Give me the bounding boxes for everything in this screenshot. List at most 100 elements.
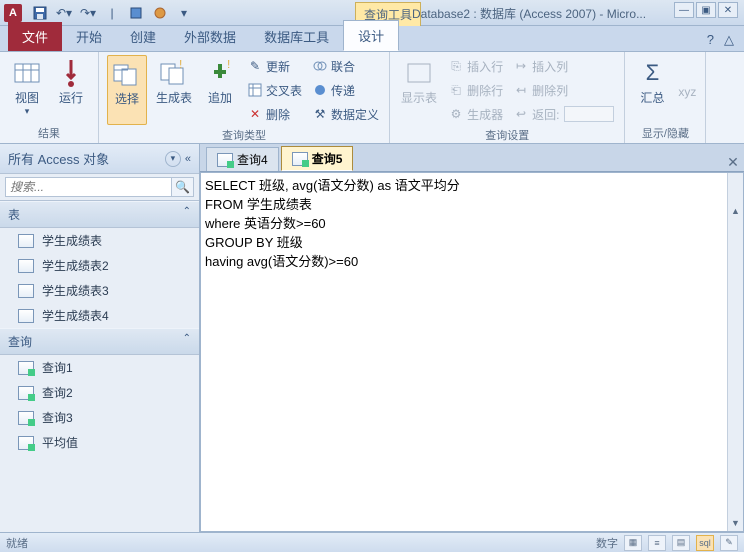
chevron-up-icon[interactable]: ⌃ — [183, 206, 191, 223]
nav-table-item[interactable]: 学生成绩表 — [0, 228, 199, 253]
nav-query-item[interactable]: 平均值 — [0, 430, 199, 455]
append-button[interactable]: ! 追加 — [201, 55, 239, 125]
help-icon[interactable]: ? — [707, 32, 714, 47]
nav-item-label: 学生成绩表2 — [42, 257, 109, 274]
category-queries[interactable]: 查询⌃ — [0, 328, 199, 355]
view-button[interactable]: 视图▾ — [8, 55, 46, 119]
show-table-button[interactable]: 显示表 — [398, 55, 440, 125]
chart-view-button[interactable]: ▤ — [672, 535, 690, 551]
nav-query-item[interactable]: 查询1 — [0, 355, 199, 380]
delete-button[interactable]: ✕删除 — [245, 103, 304, 125]
navpane-collapse-icon[interactable]: « — [185, 153, 191, 165]
save-icon[interactable] — [30, 3, 50, 23]
group-show-hide-label: 显示/隐藏 — [633, 123, 697, 143]
close-tab-icon[interactable]: ✕ — [724, 153, 742, 171]
navpane-header[interactable]: 所有 Access 对象 ▾ « — [0, 144, 199, 174]
delete-cols-icon: ↤ — [513, 82, 529, 98]
sql-view-button[interactable]: sql — [696, 535, 714, 551]
navpane-search: 🔍 — [0, 174, 199, 201]
nav-item-label: 查询3 — [42, 409, 73, 426]
crosstab-button[interactable]: 交叉表 — [245, 79, 304, 101]
close-button[interactable]: ✕ — [718, 2, 738, 18]
data-definition-button[interactable]: ⚒数据定义 — [310, 103, 381, 125]
scroll-down-icon[interactable]: ▼ — [728, 515, 743, 531]
qat-btn-2[interactable] — [150, 3, 170, 23]
run-button[interactable]: 运行 — [52, 55, 90, 119]
nav-item-label: 查询2 — [42, 384, 73, 401]
view-label: 视图 — [15, 89, 39, 106]
passthrough-button[interactable]: 传递 — [310, 79, 381, 101]
append-label: 追加 — [208, 89, 232, 106]
make-table-label: 生成表 — [156, 89, 192, 106]
nav-item-label: 学生成绩表 — [42, 232, 102, 249]
group-query-setup-label: 查询设置 — [398, 125, 616, 145]
undo-icon[interactable]: ↶▾ — [54, 3, 74, 23]
workspace: 所有 Access 对象 ▾ « 🔍 表⌃ 学生成绩表 学生成绩表2 学生成绩表… — [0, 144, 744, 532]
document-area: 查询4 查询5 ✕ SELECT 班级, avg(语文分数) as 语文平均分 … — [200, 144, 744, 532]
totals-icon: Σ — [636, 57, 668, 89]
nav-table-item[interactable]: 学生成绩表4 — [0, 303, 199, 328]
select-label: 选择 — [115, 90, 139, 107]
nav-table-item[interactable]: 学生成绩表3 — [0, 278, 199, 303]
tab-create[interactable]: 创建 — [116, 22, 170, 51]
insert-cols-button: ↦插入列 — [511, 55, 616, 77]
navigation-pane: 所有 Access 对象 ▾ « 🔍 表⌃ 学生成绩表 学生成绩表2 学生成绩表… — [0, 144, 200, 532]
tab-external-data[interactable]: 外部数据 — [170, 22, 250, 51]
doc-tab[interactable]: 查询5 — [281, 146, 354, 171]
group-query-setup: 显示表 ⎘插入行 ⎗删除行 ⚙生成器 ↦插入列 ↤删除列 ↩返回: 查询设置 — [390, 52, 625, 143]
sql-editor[interactable]: SELECT 班级, avg(语文分数) as 语文平均分 FROM 学生成绩表… — [200, 172, 744, 532]
nav-query-item[interactable]: 查询2 — [0, 380, 199, 405]
delete-cols-button: ↤删除列 — [511, 79, 616, 101]
tab-design[interactable]: 设计 — [343, 20, 399, 51]
file-tab[interactable]: 文件 — [8, 22, 62, 51]
builder-label: 生成器 — [467, 106, 503, 123]
datasheet-view-button[interactable]: ▦ — [624, 535, 642, 551]
update-button[interactable]: ✎更新 — [245, 55, 304, 77]
nav-table-item[interactable]: 学生成绩表2 — [0, 253, 199, 278]
passthrough-label: 传递 — [331, 82, 355, 99]
delete-icon: ✕ — [247, 106, 263, 122]
qat-customize-icon[interactable]: ▾ — [174, 3, 194, 23]
redo-icon[interactable]: ↷▾ — [78, 3, 98, 23]
builder-icon: ⚙ — [448, 106, 464, 122]
select-query-button[interactable]: 选择 — [107, 55, 147, 125]
tab-home[interactable]: 开始 — [62, 22, 116, 51]
union-icon — [312, 58, 328, 74]
union-button[interactable]: 联合 — [310, 55, 381, 77]
run-label: 运行 — [59, 89, 83, 106]
search-icon[interactable]: 🔍 — [172, 177, 194, 197]
delete-rows-button: ⎗删除行 — [446, 79, 505, 101]
union-label: 联合 — [331, 58, 355, 75]
minimize-button[interactable]: — — [674, 2, 694, 18]
nav-item-label: 学生成绩表4 — [42, 307, 109, 324]
search-input[interactable] — [5, 177, 172, 197]
totals-label: 汇总 — [640, 89, 664, 106]
show-table-label: 显示表 — [401, 89, 437, 106]
ribbon-minimize-icon[interactable]: △ — [724, 32, 734, 48]
navpane-filter-icon[interactable]: ▾ — [165, 151, 181, 167]
group-query-type: 选择 ! 生成表 ! 追加 ✎更新 交叉表 ✕删除 联合 传递 ⚒数据定义 查询… — [99, 52, 390, 143]
append-icon: ! — [204, 57, 236, 89]
qat-btn-1[interactable] — [126, 3, 146, 23]
passthrough-icon — [312, 82, 328, 98]
tab-database-tools[interactable]: 数据库工具 — [250, 22, 343, 51]
window-title: Database2 : 数据库 (Access 2007) - Micro... — [412, 5, 672, 22]
chevron-up-icon[interactable]: ⌃ — [183, 333, 191, 350]
insert-cols-label: 插入列 — [532, 58, 568, 75]
svg-text:!: ! — [227, 60, 230, 71]
crosstab-icon — [247, 82, 263, 98]
category-tables[interactable]: 表⌃ — [0, 201, 199, 228]
restore-button[interactable]: ▣ — [696, 2, 716, 18]
nav-query-item[interactable]: 查询3 — [0, 405, 199, 430]
make-table-button[interactable]: ! 生成表 — [153, 55, 195, 125]
pivot-view-button[interactable]: ≡ — [648, 535, 666, 551]
scroll-up-icon[interactable]: ▲ — [728, 203, 743, 219]
window-controls: — ▣ ✕ — [674, 2, 738, 18]
totals-button[interactable]: Σ 汇总 — [633, 55, 671, 108]
design-view-button[interactable]: ✎ — [720, 535, 738, 551]
table-icon — [18, 259, 34, 273]
vertical-scrollbar[interactable]: ▲ ▼ — [727, 173, 743, 531]
query-icon — [18, 436, 34, 450]
doc-tab[interactable]: 查询4 — [206, 147, 279, 171]
group-show-hide: Σ 汇总 xyz 显示/隐藏 — [625, 52, 706, 143]
